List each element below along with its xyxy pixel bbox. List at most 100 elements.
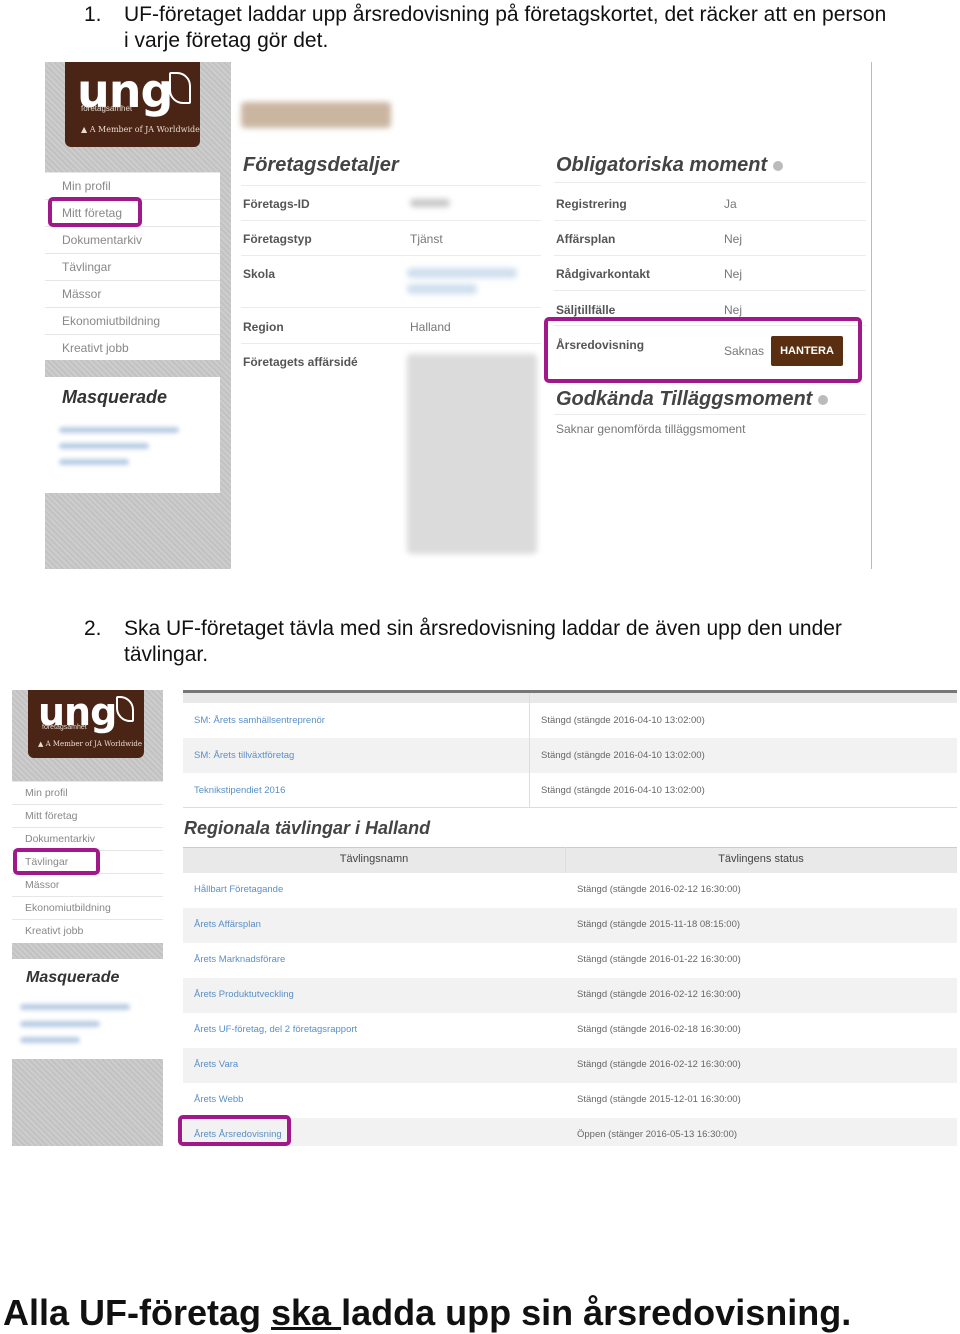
step-text-line: tävlingar. xyxy=(124,643,209,666)
competition-link[interactable]: SM: Årets samhällsentreprenör xyxy=(194,715,325,726)
highlight-arets-arsredovisning xyxy=(178,1115,291,1146)
label-affarside: Företagets affärsidé xyxy=(243,355,358,369)
blurred-value xyxy=(407,284,477,294)
competition-link[interactable]: Årets Vara xyxy=(194,1059,238,1070)
highlight-tavlingar xyxy=(13,848,100,875)
value-affarsplan: Nej xyxy=(724,232,743,246)
competition-status: Stängd (stängde 2016-02-18 16:30:00) xyxy=(577,1024,741,1035)
info-icon[interactable] xyxy=(818,394,829,405)
competitions-screenshot: ung företagsamhet ▲ A Member of JA World… xyxy=(12,690,957,1146)
competition-status: Stängd (stängde 2016-04-10 13:02:00) xyxy=(541,715,705,726)
value-registrering: Ja xyxy=(724,197,737,211)
value-radgivarkontakt: Nej xyxy=(724,267,743,281)
label-foretags-id: Företags-ID xyxy=(243,197,310,211)
company-card-screenshot: ung företagsamhet ▲ A Member of JA World… xyxy=(45,62,872,569)
blurred-text xyxy=(20,1021,100,1027)
row-bg xyxy=(183,1048,957,1083)
sidebar-item-min-profil[interactable]: Min profil xyxy=(45,172,220,199)
info-icon[interactable] xyxy=(773,160,784,171)
blurred-text xyxy=(59,459,129,465)
step-text-line: UF-företaget laddar upp årsredovisning p… xyxy=(124,3,887,26)
divider xyxy=(554,182,866,183)
competition-link[interactable]: SM: Årets tillväxtföretag xyxy=(194,750,294,761)
logo-subtitle: företagsamhet xyxy=(42,724,87,731)
row-bg xyxy=(183,978,957,1013)
divider xyxy=(554,255,866,256)
divider xyxy=(241,255,541,256)
step-text: Ska UF-företaget tävla med sin årsredovi… xyxy=(124,616,842,668)
competition-status: Stängd (stängde 2015-12-01 16:30:00) xyxy=(577,1094,741,1105)
sidebar: ung företagsamhet ▲ A Member of JA World… xyxy=(45,62,231,569)
step-number: 1. xyxy=(84,3,102,26)
logo-tagline: ▲ A Member of JA Worldwide xyxy=(38,740,143,748)
logo-flag-icon xyxy=(169,72,191,104)
competition-link[interactable]: Årets Marknadsförare xyxy=(194,954,285,965)
masquerade-panel: Masquerade xyxy=(12,959,163,1059)
sidebar-item-massor[interactable]: Mässor xyxy=(45,280,220,307)
approved-title-text: Godkända Tilläggsmoment xyxy=(556,388,813,410)
label-radgivarkontakt: Rådgivarkontakt xyxy=(556,267,651,281)
sidebar-item-dokumentarkiv[interactable]: Dokumentarkiv xyxy=(45,226,220,253)
column-header-status: Tävlingens status xyxy=(718,853,804,865)
sidebar-item-dokumentarkiv[interactable]: Dokumentarkiv xyxy=(12,827,163,850)
divider xyxy=(554,290,866,291)
divider xyxy=(241,185,541,186)
conclusion-text: Alla UF-företag ska ladda upp sin årsred… xyxy=(3,1292,851,1334)
logo-flag-icon xyxy=(116,696,134,722)
competition-link[interactable]: Årets Webb xyxy=(194,1094,243,1105)
competition-status: Öppen (stänger 2016-05-13 16:30:00) xyxy=(577,1129,738,1140)
competition-link[interactable]: Årets Produktutveckling xyxy=(194,989,294,1000)
sidebar: ung företagsamhet ▲ A Member of JA World… xyxy=(12,690,163,1146)
label-foretagstyp: Företagstyp xyxy=(243,232,312,246)
blurred-text xyxy=(20,1037,80,1043)
competition-link[interactable]: Hållbart Företagande xyxy=(194,884,283,895)
label-affarsplan: Affärsplan xyxy=(556,232,616,246)
blurred-text xyxy=(59,443,149,449)
competition-status: Stängd (stängde 2016-04-10 13:02:00) xyxy=(541,750,705,761)
highlight-mitt-foretag xyxy=(48,197,142,227)
highlight-arsredovisning xyxy=(544,317,862,383)
blurred-business-idea xyxy=(407,354,537,554)
masquerade-title: Masquerade xyxy=(62,387,168,407)
sidebar-item-min-profil[interactable]: Min profil xyxy=(12,781,163,804)
competition-link[interactable]: Teknikstipendiet 2016 xyxy=(194,785,285,796)
competition-link[interactable]: Årets UF-företag, del 2 företagsrapport xyxy=(194,1024,357,1035)
sidebar-item-ekonomiutbildning[interactable]: Ekonomiutbildning xyxy=(12,896,163,919)
ung-foretagsamhet-logo: ung företagsamhet ▲ A Member of JA World… xyxy=(65,62,200,147)
blurred-text xyxy=(20,1004,130,1010)
step-text: UF-företaget laddar upp årsredovisning p… xyxy=(124,2,886,54)
step-number: 2. xyxy=(84,617,102,640)
sidebar-item-tavlingar[interactable]: Tävlingar xyxy=(45,253,220,280)
blurred-text xyxy=(59,427,179,433)
conclusion-part: ladda upp sin årsredovisning. xyxy=(341,1292,852,1333)
approved-empty-text: Saknar genomförda tilläggsmoment xyxy=(556,422,746,436)
value-foretagstyp: Tjänst xyxy=(410,232,443,246)
sidebar-item-ekonomiutbildning[interactable]: Ekonomiutbildning xyxy=(45,307,220,334)
label-skola: Skola xyxy=(243,267,276,281)
row-bg xyxy=(183,908,957,943)
conclusion-part: Alla UF-företag xyxy=(3,1292,272,1333)
national-table-header xyxy=(183,693,957,703)
blurred-company-name xyxy=(241,102,391,128)
divider xyxy=(241,307,541,308)
logo-tagline: ▲ A Member of JA Worldwide xyxy=(81,125,200,134)
sidebar-item-mitt-foretag[interactable]: Mitt företag xyxy=(12,804,163,827)
competition-status: Stängd (stängde 2015-11-18 08:15:00) xyxy=(577,919,741,930)
sidebar-item-kreativt-jobb[interactable]: Kreativt jobb xyxy=(45,334,220,361)
column-header-name: Tävlingsnamn xyxy=(339,853,409,865)
company-details-title: Företagsdetaljer xyxy=(243,154,399,176)
masquerade-title: Masquerade xyxy=(26,969,120,986)
ung-foretagsamhet-logo: ung företagsamhet ▲ A Member of JA World… xyxy=(28,690,144,758)
mandatory-title-text: Obligatoriska moment xyxy=(556,154,768,176)
sidebar-item-kreativt-jobb[interactable]: Kreativt jobb xyxy=(12,919,163,942)
step-text-line: i varje företag gör det. xyxy=(124,29,329,52)
label-registrering: Registrering xyxy=(556,197,627,211)
sidebar-item-massor[interactable]: Mässor xyxy=(12,873,163,896)
row-bg xyxy=(183,1083,957,1118)
competition-link[interactable]: Årets Affärsplan xyxy=(194,919,261,930)
divider xyxy=(241,220,541,221)
competition-status: Stängd (stängde 2016-02-12 16:30:00) xyxy=(577,884,741,895)
competition-status: Stängd (stängde 2016-02-12 16:30:00) xyxy=(577,1059,741,1070)
logo-subtitle: företagsamhet xyxy=(81,104,133,113)
approved-title: Godkända Tilläggsmoment xyxy=(556,388,829,411)
